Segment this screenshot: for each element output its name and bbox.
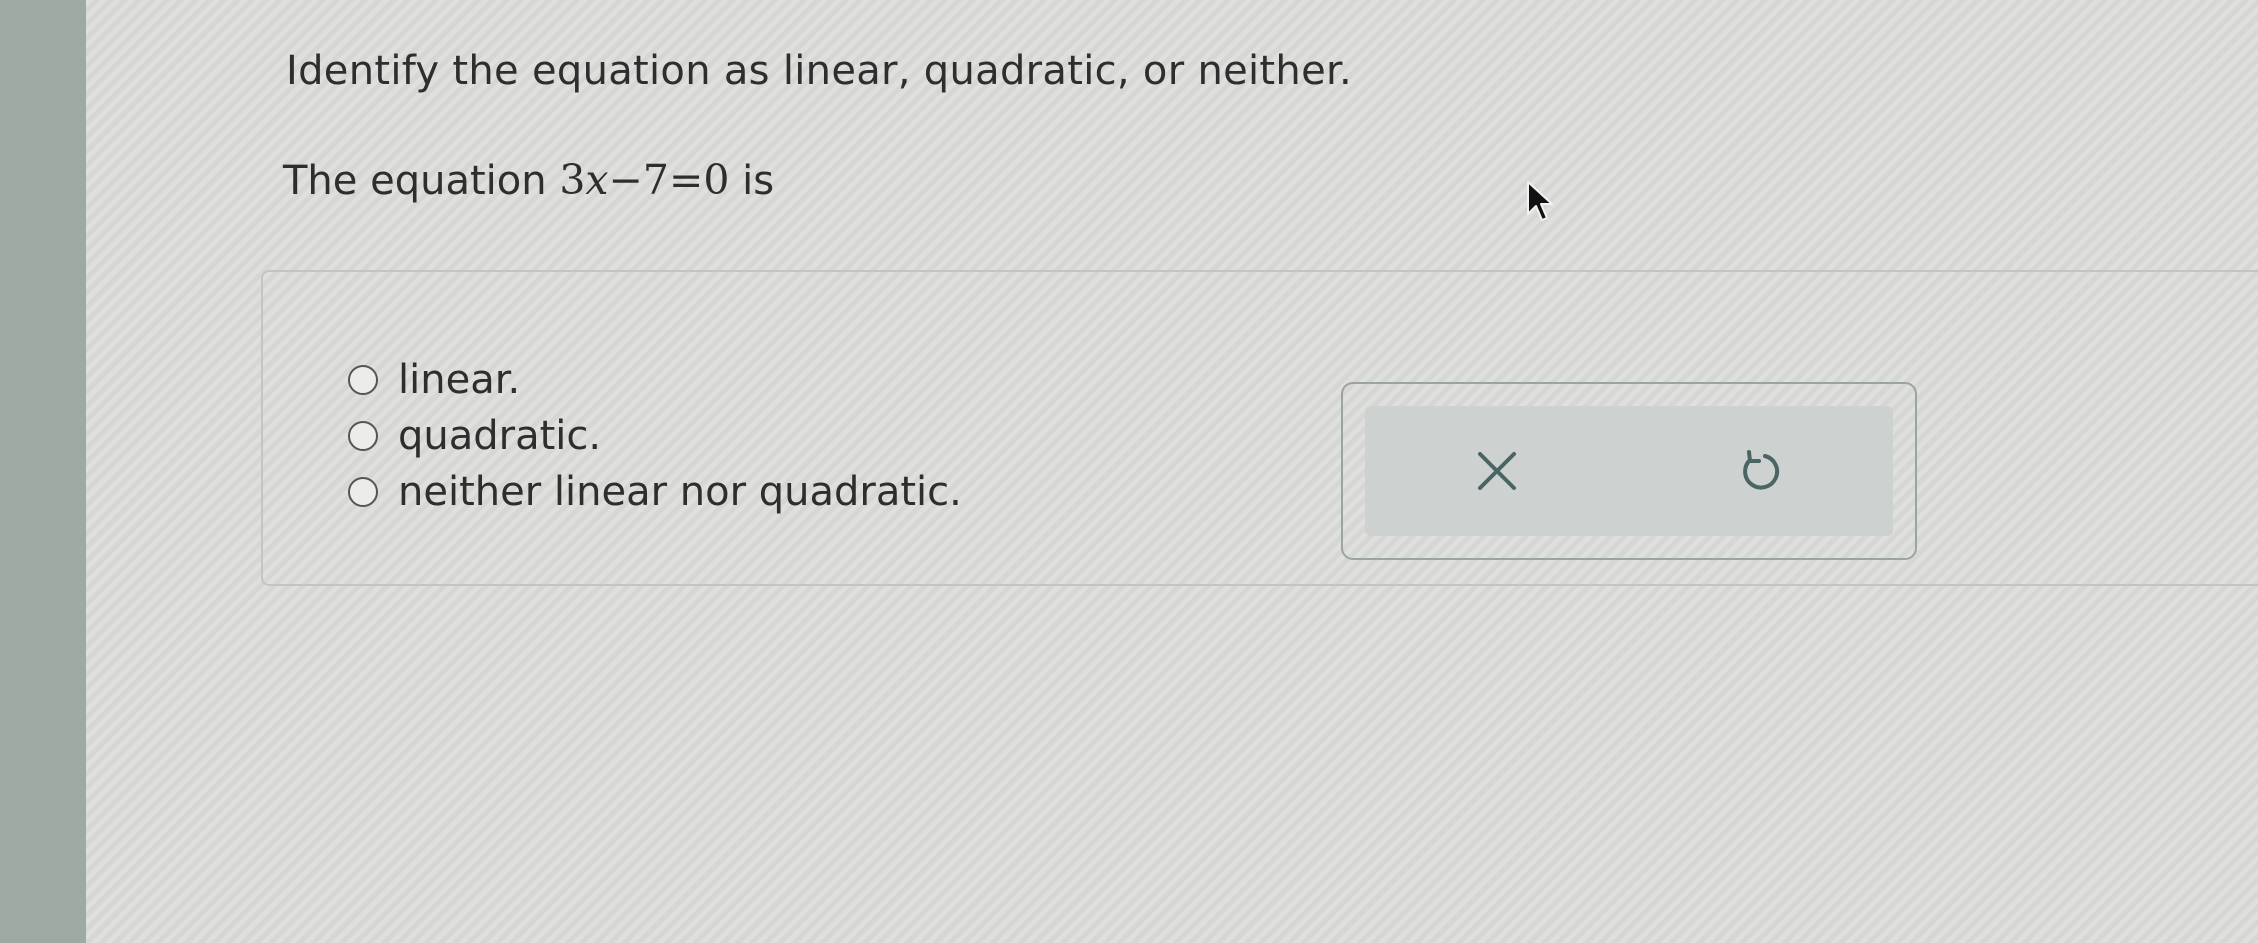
radio-button-quadratic[interactable] xyxy=(348,421,378,451)
equation-equals: = xyxy=(668,156,704,204)
option-linear[interactable]: linear. xyxy=(348,352,962,408)
statement-suffix: is xyxy=(742,158,775,204)
equation-rhs: 0 xyxy=(703,156,730,204)
statement-prefix: The equation xyxy=(283,158,547,204)
clear-button[interactable] xyxy=(1457,431,1537,511)
equation: 3x−7=0 xyxy=(559,156,729,204)
equation-minus: − xyxy=(608,156,643,204)
answer-tools-bar xyxy=(1365,406,1893,536)
radio-button-linear[interactable] xyxy=(348,365,378,395)
equation-coefficient: 3 xyxy=(559,156,586,204)
question-prompt: Identify the equation as linear, quadrat… xyxy=(286,48,1353,94)
option-label-quadratic[interactable]: quadratic. xyxy=(398,413,601,459)
option-quadratic[interactable]: quadratic. xyxy=(348,408,962,464)
answer-panel: linear. quadratic. neither linear nor qu… xyxy=(261,270,2258,586)
undo-button[interactable] xyxy=(1721,431,1801,511)
question-statement: The equation 3x−7=0 is xyxy=(283,156,774,204)
close-icon xyxy=(1478,452,1516,490)
option-label-linear[interactable]: linear. xyxy=(398,357,520,403)
answer-tools xyxy=(1341,382,1917,560)
radio-button-neither[interactable] xyxy=(348,477,378,507)
mouse-pointer-icon xyxy=(1527,181,1553,221)
undo-icon xyxy=(1743,450,1780,490)
equation-constant: 7 xyxy=(642,156,669,204)
left-margin-strip xyxy=(0,0,86,943)
equation-variable: x xyxy=(585,156,609,204)
option-label-neither[interactable]: neither linear nor quadratic. xyxy=(398,469,962,515)
answer-options: linear. quadratic. neither linear nor qu… xyxy=(348,352,962,520)
option-neither[interactable]: neither linear nor quadratic. xyxy=(348,464,962,520)
question-page: Identify the equation as linear, quadrat… xyxy=(86,0,2258,943)
